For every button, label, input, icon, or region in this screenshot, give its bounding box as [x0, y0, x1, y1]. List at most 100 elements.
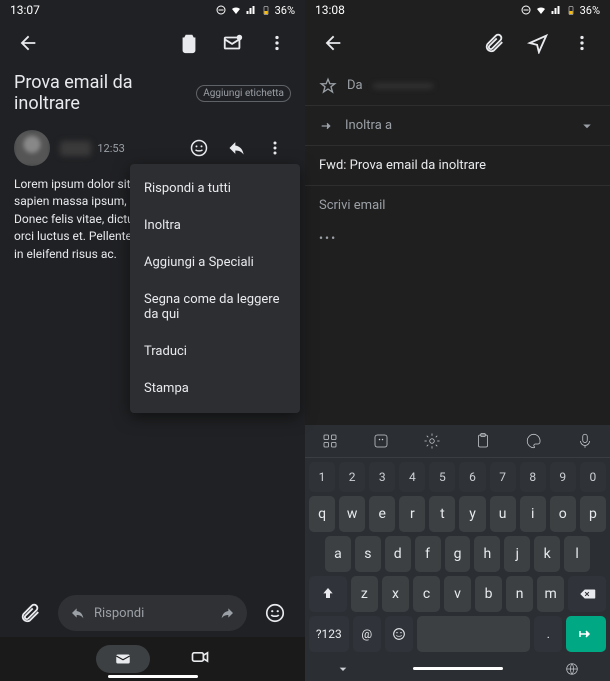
reply-bar: Rispondi [0, 589, 305, 637]
kb-theme-icon[interactable] [525, 432, 543, 450]
key-6[interactable]: 6 [459, 462, 485, 492]
key-0[interactable]: 0 [580, 462, 606, 492]
key-u[interactable]: u [490, 496, 516, 532]
emoji-button[interactable] [255, 593, 295, 633]
attach-button[interactable] [10, 593, 50, 633]
compose-body[interactable]: Scrivi email [305, 186, 610, 225]
key-3[interactable]: 3 [369, 462, 395, 492]
key-2[interactable]: 2 [339, 462, 365, 492]
home-indicator[interactable] [413, 667, 503, 670]
key-o[interactable]: o [550, 496, 576, 532]
kb-collapse-icon[interactable] [335, 661, 351, 677]
chevron-down-icon[interactable] [578, 117, 596, 135]
menu-mark-unread-from-here[interactable]: Segna come da leggere da qui [130, 281, 300, 333]
key-s[interactable]: s [355, 536, 381, 572]
star-icon[interactable] [319, 77, 337, 95]
reply-button[interactable] [221, 132, 253, 164]
react-button[interactable] [183, 132, 215, 164]
mark-unread-button[interactable] [213, 23, 253, 63]
overflow-button[interactable] [257, 23, 297, 63]
key-j[interactable]: j [504, 536, 530, 572]
forward-icon[interactable] [219, 605, 235, 621]
key-a[interactable]: a [325, 536, 351, 572]
quoted-text-toggle[interactable]: ••• [305, 225, 610, 251]
key-r[interactable]: r [399, 496, 425, 532]
key-w[interactable]: w [339, 496, 365, 532]
key-x[interactable]: x [382, 576, 409, 612]
key-9[interactable]: 9 [550, 462, 576, 492]
subject-row[interactable]: Fwd: Prova email da inoltrare [305, 146, 610, 186]
key-q[interactable]: q [309, 496, 335, 532]
delete-button[interactable] [169, 23, 209, 63]
keyboard-row-4: ?123 @ . [309, 616, 606, 652]
key-8[interactable]: 8 [520, 462, 546, 492]
menu-print[interactable]: Stampa [130, 370, 300, 407]
kb-settings-icon[interactable] [423, 432, 441, 450]
key-period[interactable]: . [534, 616, 562, 652]
key-k[interactable]: k [534, 536, 560, 572]
to-row[interactable]: Inoltra a [305, 106, 610, 146]
key-1[interactable]: 1 [309, 462, 335, 492]
kb-tools-icon[interactable] [321, 432, 339, 450]
key-f[interactable]: f [415, 536, 441, 572]
nav-meet[interactable] [190, 647, 210, 671]
key-4[interactable]: 4 [399, 462, 425, 492]
key-shift[interactable] [309, 576, 347, 612]
kb-mic-icon[interactable] [576, 432, 594, 450]
key-backspace[interactable] [568, 576, 606, 612]
dnd-icon [520, 4, 532, 16]
back-button[interactable] [8, 23, 48, 63]
compose-subject: Fwd: Prova email da inoltrare [319, 158, 596, 173]
key-y[interactable]: y [459, 496, 485, 532]
kb-language-icon[interactable] [564, 661, 580, 677]
key-e[interactable]: e [369, 496, 395, 532]
key-m[interactable]: m [537, 576, 564, 612]
key-at[interactable]: @ [353, 616, 381, 652]
keyboard-row-3: z x c v b n m [309, 576, 606, 612]
key-space[interactable] [417, 616, 530, 652]
menu-reply-all[interactable]: Rispondi a tutti [130, 170, 300, 207]
nav-mail[interactable] [96, 645, 150, 673]
key-emoji[interactable] [385, 616, 413, 652]
key-p[interactable]: p [580, 496, 606, 532]
phone-compose-view: 13:08 36% Da Inoltra a [305, 0, 610, 681]
key-n[interactable]: n [506, 576, 533, 612]
home-indicator[interactable] [108, 675, 198, 678]
key-z[interactable]: z [351, 576, 378, 612]
key-l[interactable]: l [564, 536, 590, 572]
status-icons: 36% [520, 4, 600, 17]
key-t[interactable]: t [429, 496, 455, 532]
attach-button[interactable] [474, 23, 514, 63]
sender-name [60, 141, 91, 156]
key-h[interactable]: h [474, 536, 500, 572]
menu-translate[interactable]: Traduci [130, 333, 300, 370]
menu-add-star[interactable]: Aggiungi a Speciali [130, 244, 300, 281]
kb-sticker-icon[interactable] [372, 432, 390, 450]
menu-forward[interactable]: Inoltra [130, 207, 300, 244]
key-5[interactable]: 5 [429, 462, 455, 492]
key-i[interactable]: i [520, 496, 546, 532]
from-row[interactable]: Da [305, 66, 610, 106]
key-enter[interactable] [566, 616, 606, 652]
status-bar: 13:07 36% [0, 0, 305, 20]
app-bar [0, 20, 305, 66]
key-symbols[interactable]: ?123 [309, 616, 349, 652]
message-overflow-button[interactable] [259, 132, 291, 164]
reply-input[interactable]: Rispondi [58, 595, 247, 631]
send-button[interactable] [518, 23, 558, 63]
forward-arrow-icon [319, 118, 335, 134]
overflow-button[interactable] [562, 23, 602, 63]
key-7[interactable]: 7 [490, 462, 516, 492]
key-c[interactable]: c [413, 576, 440, 612]
body-placeholder: Scrivi email [319, 198, 385, 213]
keyboard-row-1: q w e r t y u i o p [309, 496, 606, 532]
kb-clipboard-icon[interactable] [474, 432, 492, 450]
add-label-chip[interactable]: Aggiungi etichetta [196, 85, 291, 102]
avatar[interactable] [14, 130, 50, 166]
key-v[interactable]: v [444, 576, 471, 612]
phone-email-view: 13:07 36% Prova email da inoltrare Aggiu… [0, 0, 305, 681]
back-button[interactable] [313, 23, 353, 63]
key-g[interactable]: g [445, 536, 471, 572]
key-d[interactable]: d [385, 536, 411, 572]
key-b[interactable]: b [475, 576, 502, 612]
